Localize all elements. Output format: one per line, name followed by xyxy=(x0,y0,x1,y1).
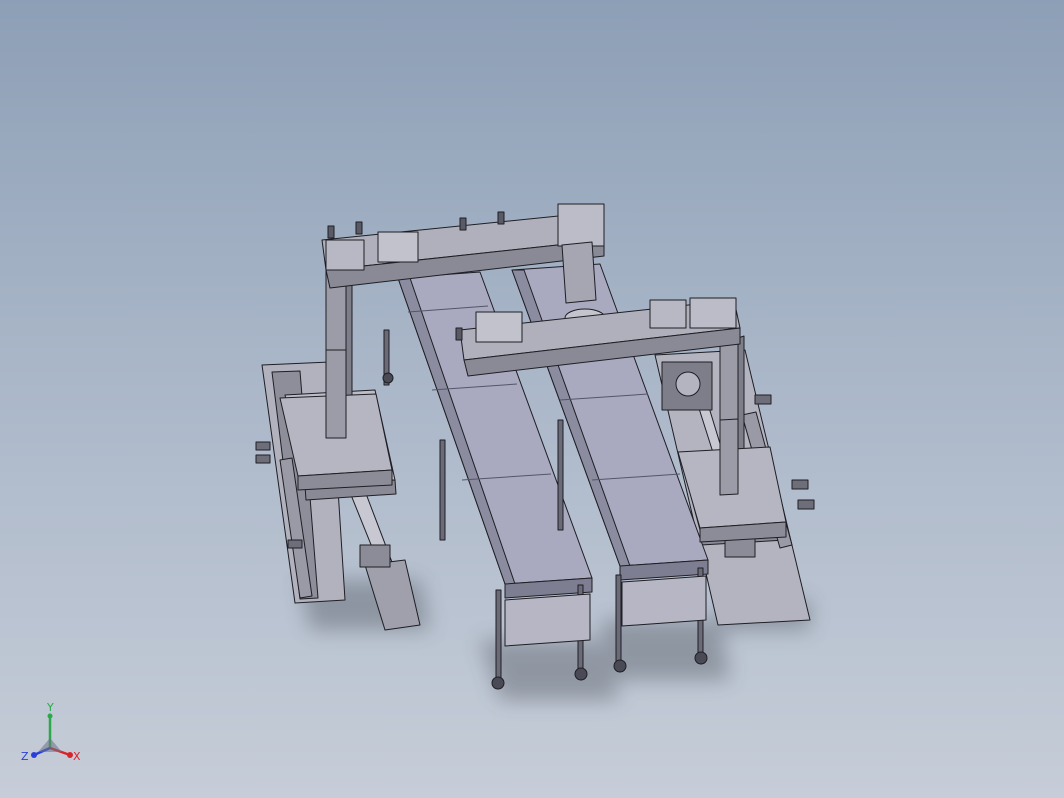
triad-y-tip xyxy=(47,713,53,719)
cad-model-gantry-conveyor[interactable] xyxy=(0,0,1064,798)
gantry-right-slide-block xyxy=(475,311,523,343)
triad-origin xyxy=(38,738,62,752)
right-column-over-base xyxy=(719,418,739,496)
triad-x-label: X xyxy=(73,750,81,763)
graphics-viewport[interactable]: Y X Z xyxy=(0,0,1064,798)
gantry-left-slide-block xyxy=(377,231,419,263)
gantry-left-z-axis xyxy=(561,241,597,304)
reference-triad[interactable]: Y X Z xyxy=(18,700,88,770)
gantry-left-end-motor xyxy=(557,203,605,247)
triad-z-label: Z xyxy=(21,750,29,763)
gantry-left-end-block xyxy=(325,239,365,271)
gantry-right-end-block xyxy=(649,299,687,329)
right-screw-coupling-bore xyxy=(675,371,701,397)
gantry-right-cable-fittings xyxy=(455,327,463,341)
gantry-right-end-motor xyxy=(689,297,737,329)
left-motor-flange xyxy=(359,544,391,568)
conveyor-right-lower-frame xyxy=(621,575,707,627)
conveyor-left-lower-frame xyxy=(504,593,591,647)
left-column-over-base xyxy=(325,349,347,439)
triad-y-label: Y xyxy=(46,701,54,714)
triad-z-tip xyxy=(31,752,37,758)
